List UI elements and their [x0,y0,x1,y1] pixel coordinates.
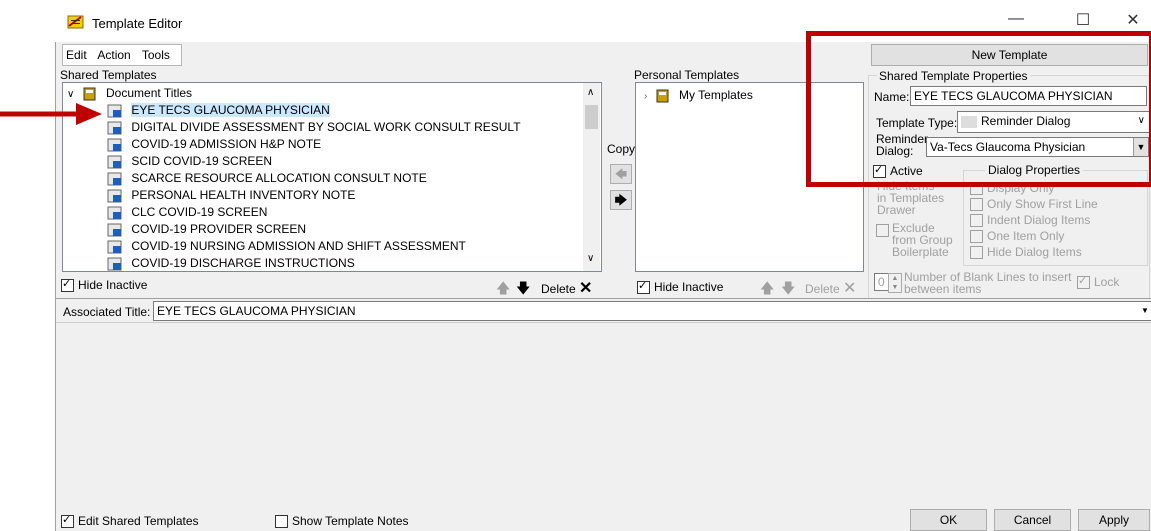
shared-templates-header: Shared Templates [60,68,157,82]
copy-right-arrow-icon[interactable]: 🡆 [610,190,632,210]
tree-item-label: CLC COVID-19 SCREEN [131,205,268,219]
show-notes-label: Show Template Notes [292,514,409,528]
tree-item-label: SCID COVID-19 SCREEN [131,154,273,168]
tree-item-label: DIGITAL DIVIDE ASSESSMENT BY SOCIAL WORK… [131,120,521,134]
shared-delete-label: Delete [541,282,576,296]
copy-left-arrow-icon[interactable]: 🡄 [610,164,632,184]
personal-delete-button[interactable]: Delete ✕ [805,278,856,298]
lock-option[interactable]: Lock [1077,274,1119,290]
edit-shared-templates-option[interactable]: Edit Shared Templates [61,513,199,529]
reminder-dialog-icon [107,189,122,203]
exclude-checkbox[interactable] [876,224,889,237]
tree-item[interactable]: COVID-19 PROVIDER SCREEN [107,221,306,238]
personal-delete-label: Delete [805,282,840,296]
expand-chevron-icon[interactable]: › [644,91,647,102]
reminder-dialog-icon [107,172,122,186]
menu-edit[interactable]: Edit [66,48,87,62]
reminder-dialog-icon [107,104,122,118]
menu-action[interactable]: Action [97,48,130,62]
apply-button[interactable]: Apply [1078,509,1150,531]
delete-x-icon: ✕ [579,280,593,297]
personal-templates-header: Personal Templates [634,68,740,82]
ok-button[interactable]: OK [910,509,987,531]
reminder-dialog-icon [107,138,122,152]
blank-lines-spinner[interactable]: 0 [874,273,889,291]
template-notes-area[interactable] [56,322,1151,507]
reminder-dialog-icon [107,223,122,237]
tree-item-label: COVID-19 PROVIDER SCREEN [131,222,307,236]
cancel-button[interactable]: Cancel [994,509,1071,531]
folder-book-icon [656,89,669,103]
indent-dialog-items-option[interactable]: Indent Dialog Items [970,213,1090,228]
edit-shared-label: Edit Shared Templates [78,514,199,528]
tree-item[interactable]: EYE TECS GLAUCOMA PHYSICIAN [107,102,330,119]
delete-x-icon: ✕ [843,280,857,297]
spinner-arrows-icon[interactable]: ▲ ▼ [888,273,902,293]
tree-item[interactable]: SCID COVID-19 SCREEN [107,153,272,170]
associated-title-dropdown[interactable]: EYE TECS GLAUCOMA PHYSICIAN ▼ [153,301,1151,321]
reminder-dialog-icon [107,240,122,254]
tree-item-label: PERSONAL HEALTH INVENTORY NOTE [131,188,356,202]
tree-item-label-selected: EYE TECS GLAUCOMA PHYSICIAN [131,103,330,117]
shared-hide-inactive-label: Hide Inactive [78,278,148,292]
copy-label: Copy [607,142,636,156]
shared-hide-inactive[interactable]: Hide Inactive [61,277,148,293]
lock-checkbox[interactable] [1077,274,1090,290]
reminder-dialog-icon [107,206,122,220]
tree-item[interactable]: DIGITAL DIVIDE ASSESSMENT BY SOCIAL WORK… [107,119,521,136]
menu-tools[interactable]: Tools [142,48,170,62]
tree-item[interactable]: COVID-19 NURSING ADMISSION AND SHIFT ASS… [107,238,466,255]
tree-item[interactable]: CLC COVID-19 SCREEN [107,204,267,221]
shared-delete-button[interactable]: Delete ✕ [541,278,592,298]
scroll-thumb[interactable] [585,105,598,129]
personal-hide-inactive-checkbox[interactable] [637,279,650,295]
menu-items: Edit Action Tools [66,48,178,62]
window-title: Template Editor [92,16,183,31]
show-template-notes-option[interactable]: Show Template Notes [275,514,409,529]
annotation-red-arrow-icon [0,103,102,125]
only-show-first-line-option[interactable]: Only Show First Line [970,197,1098,212]
tree-item-label: COVID-19 DISCHARGE INSTRUCTIONS [131,256,355,270]
folder-book-icon [83,87,96,101]
tree-root-document-titles[interactable]: ∨ Document Titles [67,85,192,102]
divider [56,298,1151,299]
collapse-chevron-icon[interactable]: ∨ [67,89,74,100]
associated-title-value: EYE TECS GLAUCOMA PHYSICIAN [157,304,356,318]
tree-item[interactable]: PERSONAL HEALTH INVENTORY NOTE [107,187,355,204]
shared-templates-tree[interactable]: ∨ Document Titles EYE TECS GLAUCOMA PHYS… [62,82,602,272]
tree-item[interactable]: COVID-19 ADMISSION H&P NOTE [107,136,321,153]
hide-dialog-items-option[interactable]: Hide Dialog Items [970,245,1082,260]
dropdown-arrow-icon[interactable]: ▼ [1141,302,1151,320]
one-item-only-option[interactable]: One Item Only [970,229,1064,244]
shared-hide-inactive-checkbox[interactable] [61,277,74,293]
exclude-option[interactable]: Exclude from Group Boilerplate [876,222,953,258]
tree-item-label: COVID-19 ADMISSION H&P NOTE [131,137,322,151]
personal-hide-inactive[interactable]: Hide Inactive [637,279,724,295]
shared-tree-scrollbar[interactable]: ∧ ∨ [583,83,600,271]
show-notes-checkbox[interactable] [275,515,288,529]
close-icon[interactable]: ✕ [1113,10,1151,30]
reminder-dialog-icon [107,257,122,271]
scroll-down-icon[interactable]: ∨ [587,253,594,264]
tree-root-label: Document Titles [106,86,193,100]
tree-item-label: SCARCE RESOURCE ALLOCATION CONSULT NOTE [131,171,427,185]
reminder-dialog-icon [107,121,122,135]
associated-title-label: Associated Title: [63,305,151,319]
tree-root-my-templates[interactable]: › My Templates [644,87,753,104]
tree-item[interactable]: SCARCE RESOURCE ALLOCATION CONSULT NOTE [107,170,427,187]
blank-lines-label: Number of Blank Lines to insert between i… [904,270,1072,296]
personal-root-label: My Templates [679,88,753,102]
edit-shared-checkbox[interactable] [61,513,74,529]
annotation-red-box [806,31,1151,187]
template-editor-app-icon [67,15,84,29]
scroll-up-icon[interactable]: ∧ [587,87,594,98]
personal-hide-inactive-label: Hide Inactive [654,280,724,294]
tree-item-label: COVID-19 NURSING ADMISSION AND SHIFT ASS… [131,239,466,253]
minimize-icon[interactable]: — [996,10,1036,28]
maximize-icon[interactable]: ☐ [1063,10,1103,30]
tree-item[interactable]: COVID-19 DISCHARGE INSTRUCTIONS [107,255,355,271]
reminder-dialog-icon [107,155,122,169]
